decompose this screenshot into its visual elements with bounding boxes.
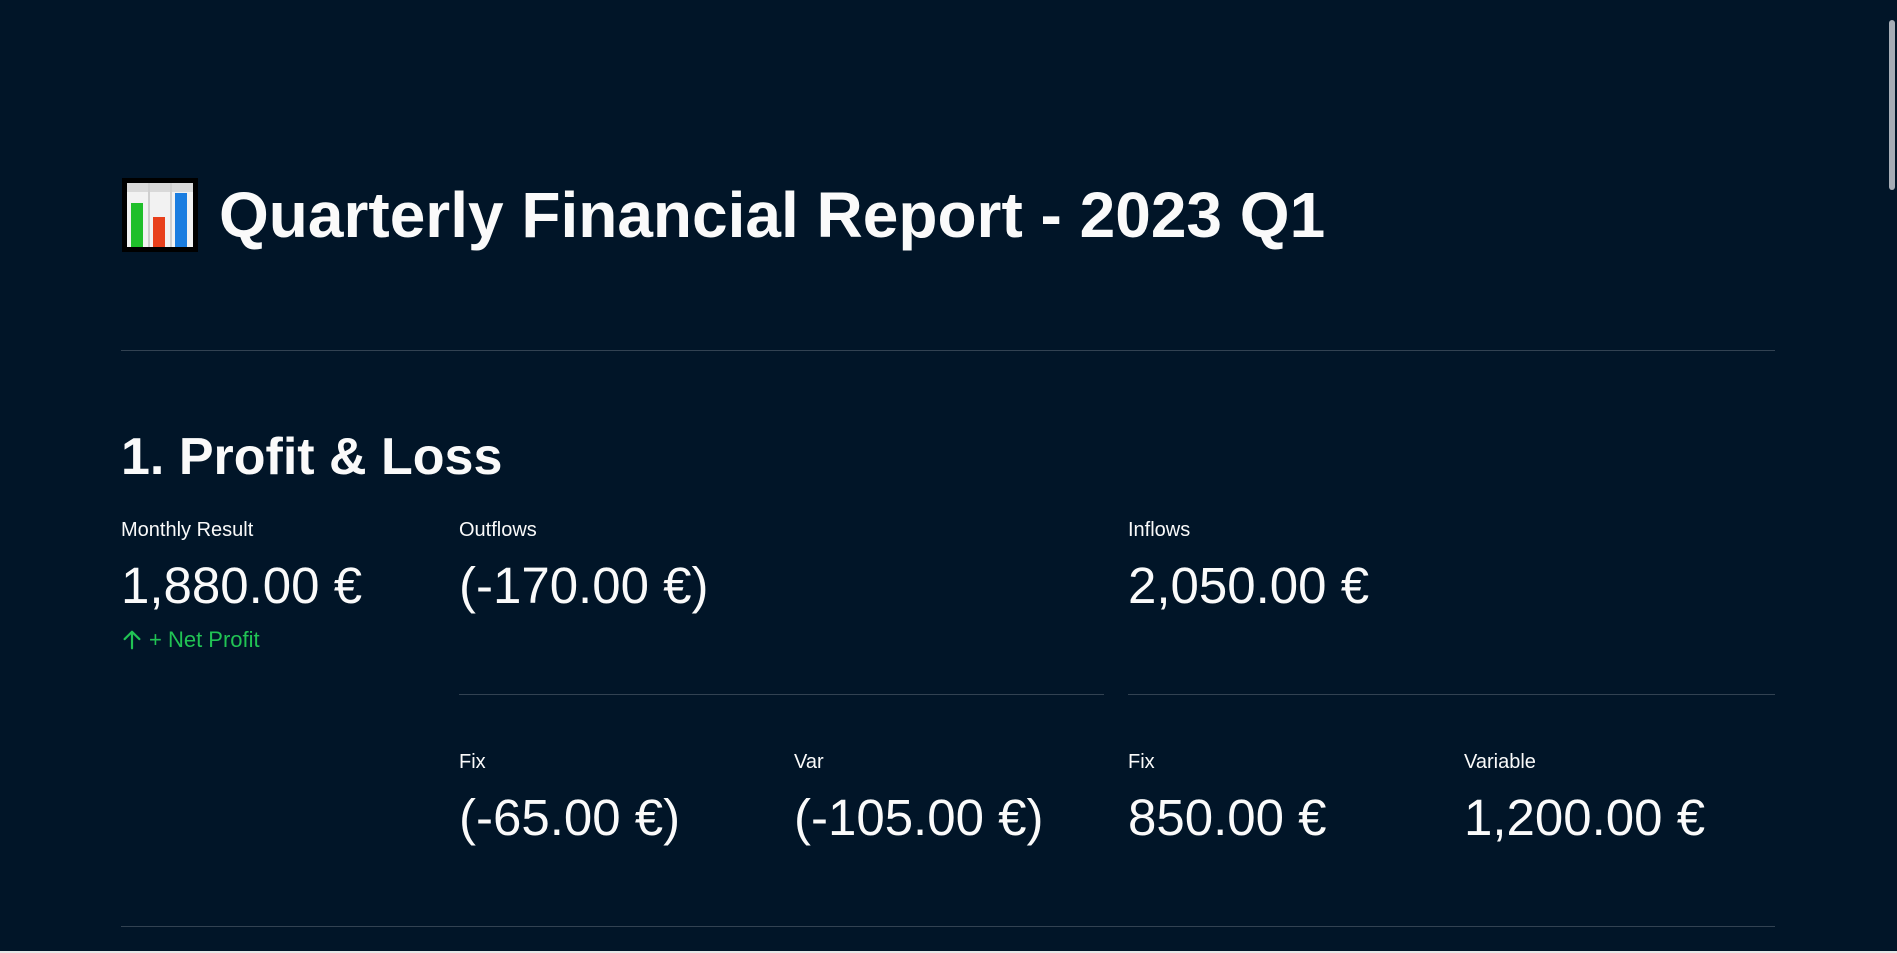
metric-inflows-fix: Fix 850.00 €: [1128, 748, 1327, 848]
metric-label: Outflows: [459, 519, 537, 541]
metric-value: (-65.00 €): [459, 789, 681, 846]
outflows-divider: [459, 694, 1104, 695]
metric-inflows-variable: Variable 1,200.00 €: [1464, 748, 1705, 848]
metric-value: 850.00 €: [1128, 789, 1327, 846]
metric-label: Fix: [459, 751, 486, 773]
page-title: Quarterly Financial Report - 2023 Q1: [219, 179, 1326, 251]
main-content: Quarterly Financial Report - 2023 Q1 1. …: [121, 0, 1775, 953]
metric-outflows-var: Var (-105.00 €): [794, 748, 1043, 848]
metric-delta: + Net Profit: [121, 626, 362, 654]
section-divider: [121, 926, 1775, 927]
page-header: Quarterly Financial Report - 2023 Q1: [121, 170, 1325, 260]
metric-label: Variable: [1464, 751, 1536, 773]
scrollbar-thumb[interactable]: [1889, 20, 1895, 190]
metric-monthly-result: Monthly Result 1,880.00 € + Net Profit: [121, 516, 362, 654]
header-divider: [121, 350, 1775, 351]
metric-outflows-fix: Fix (-65.00 €): [459, 748, 680, 848]
scrollbar[interactable]: [1883, 0, 1897, 953]
metric-label: Var: [794, 751, 824, 773]
metric-inflows: Inflows 2,050.00 €: [1128, 516, 1369, 616]
metric-label: Fix: [1128, 751, 1155, 773]
metric-value: 2,050.00 €: [1128, 557, 1370, 614]
metric-value: 1,880.00 €: [121, 557, 363, 614]
metric-value: (-170.00 €): [459, 557, 709, 614]
metric-delta-text: + Net Profit: [149, 627, 260, 652]
app-root: Quarterly Financial Report - 2023 Q1 1. …: [0, 0, 1897, 953]
arrow-up-icon: [123, 630, 141, 650]
metric-outflows: Outflows (-170.00 €): [459, 516, 708, 616]
inflows-divider: [1128, 694, 1775, 695]
bar-chart-icon: [122, 178, 198, 252]
metric-label: Monthly Result: [121, 519, 254, 541]
metric-label: Inflows: [1128, 519, 1191, 541]
metric-value: (-105.00 €): [794, 789, 1044, 846]
metric-value: 1,200.00 €: [1464, 789, 1706, 846]
section-title: 1. Profit & Loss: [121, 428, 503, 486]
